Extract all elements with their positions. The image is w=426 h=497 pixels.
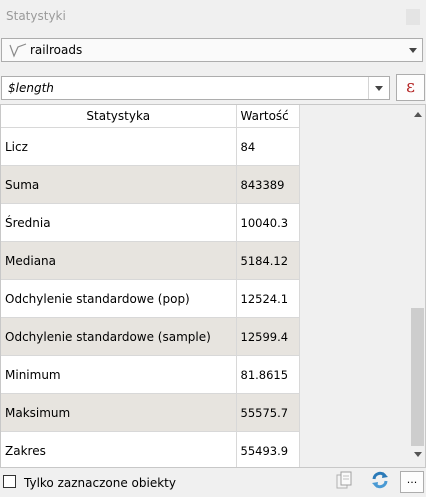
layer-select[interactable]: railroads — [1, 38, 423, 62]
scroll-down-icon[interactable] — [414, 452, 422, 457]
more-options-button[interactable]: ... — [400, 471, 424, 493]
close-panel-button[interactable] — [406, 9, 420, 25]
column-header-statistic[interactable]: Statystyka — [1, 105, 237, 128]
refresh-icon[interactable] — [370, 470, 390, 490]
layer-select-value: railroads — [30, 43, 83, 57]
statistic-name: Maksimum — [1, 393, 237, 432]
statistic-name: Średnia — [1, 203, 237, 242]
statistic-name: Odchylenie standardowe (pop) — [1, 279, 237, 318]
table-row[interactable]: Odchylenie standardowe (sample) 12599.4 — [1, 317, 300, 356]
table-row[interactable]: Średnia 10040.3 — [1, 203, 300, 242]
statistic-name: Mediana — [1, 241, 237, 280]
table-row[interactable]: Mediana 5184.12 — [1, 241, 300, 280]
statistic-name: Suma — [1, 165, 237, 204]
selected-only-label: Tylko zaznaczone obiekty — [24, 476, 176, 490]
statistic-value: 12524.1 — [236, 279, 300, 318]
vertical-scrollbar[interactable] — [410, 105, 425, 467]
table-row[interactable]: Odchylenie standardowe (pop) 12524.1 — [1, 279, 300, 318]
table-row[interactable]: Maksimum 55575.7 — [1, 393, 300, 432]
statistic-value: 12599.4 — [236, 317, 300, 356]
statistic-name: Minimum — [1, 355, 237, 394]
copy-icon[interactable] — [335, 471, 353, 491]
statistics-grid: Statystyka Wartość Licz 84 Suma 843389 Ś… — [1, 105, 300, 467]
table-row[interactable]: Zakres 55493.9 — [1, 431, 300, 467]
selected-only-checkbox[interactable] — [3, 475, 16, 488]
statistic-value: 55493.9 — [236, 431, 300, 467]
statistic-value: 81.8615 — [236, 355, 300, 394]
table-row[interactable]: Licz 84 — [1, 127, 300, 166]
scroll-up-icon[interactable] — [414, 112, 422, 117]
panel-title: Statystyki — [6, 9, 66, 23]
statistic-name: Odchylenie standardowe (sample) — [1, 317, 237, 356]
field-select-value: $length — [8, 81, 54, 95]
statistics-table: Statystyka Wartość Licz 84 Suma 843389 Ś… — [0, 104, 426, 468]
chevron-down-icon — [409, 48, 417, 53]
table-row[interactable]: Minimum 81.8615 — [1, 355, 300, 394]
panel-titlebar: Statystyki — [0, 0, 426, 34]
expression-button[interactable]: ε — [396, 74, 425, 101]
statistic-value: 10040.3 — [236, 203, 300, 242]
column-header-value[interactable]: Wartość — [236, 105, 300, 128]
table-row[interactable]: Suma 843389 — [1, 165, 300, 204]
scrollbar-thumb[interactable] — [411, 308, 424, 446]
chevron-down-icon — [375, 86, 383, 91]
statistic-name: Zakres — [1, 431, 237, 467]
statistic-value: 55575.7 — [236, 393, 300, 432]
statistic-value: 5184.12 — [236, 241, 300, 280]
field-dropdown-button[interactable] — [368, 77, 389, 99]
line-layer-icon — [9, 43, 27, 58]
statistic-name: Licz — [1, 127, 237, 166]
table-header-row: Statystyka Wartość — [1, 105, 300, 128]
field-select[interactable]: $length — [1, 76, 390, 100]
statistic-value: 84 — [236, 127, 300, 166]
statistic-value: 843389 — [236, 165, 300, 204]
